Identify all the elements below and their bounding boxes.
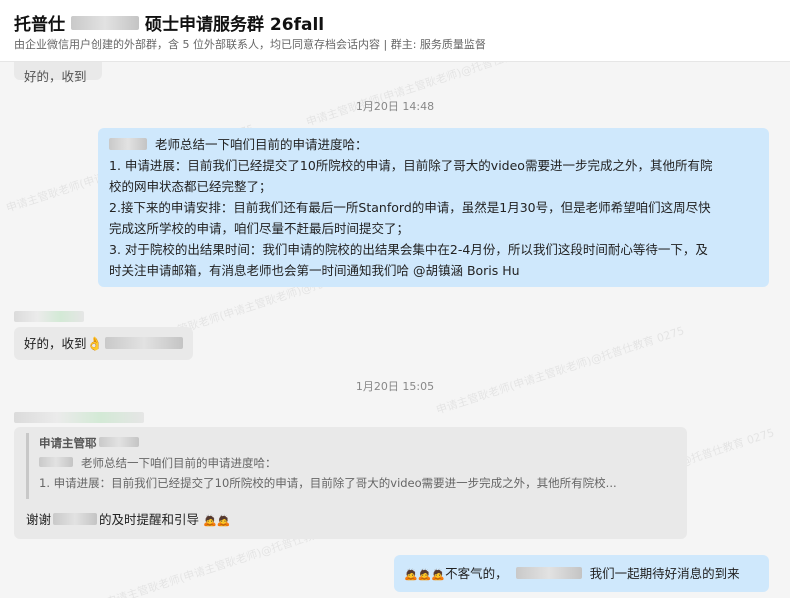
watermark: 申请主管耿老师(申请主管耿老师)@托普仕教育 0275 [434, 324, 686, 417]
group-title-suffix: 硕士申请服务群 26fall [145, 15, 325, 35]
message-bubble-reply[interactable]: 好的，收到👌 [14, 327, 193, 360]
summary-line: 时关注申请邮箱，有消息老师也会第一时间通知我们哈 @胡镇涵 Boris Hu [109, 263, 520, 278]
redacted-name [98, 437, 139, 447]
group-subtitle: 由企业微信用户创建的外部群，含 5 位外部联系人，均已同意存档会话内容 | 群主… [14, 38, 486, 51]
message-bubble-quote-reply[interactable]: 申请主管耶 老师总结一下咱们目前的申请进度哈： 1. 申请进展：目前我们已经提交… [14, 427, 687, 539]
chat-header: 托普仕 硕士申请服务群 26fall 由企业微信用户创建的外部群，含 5 位外部… [0, 0, 790, 62]
message-text: 好的，收到 [24, 336, 87, 351]
message-list[interactable]: 申请主管耿老师(申请主管耿老师)@托普仕教育 0275 申请主管耿老师(申请主管… [0, 62, 790, 598]
quoted-message[interactable]: 申请主管耶 老师总结一下咱们目前的申请进度哈： 1. 申请进展：目前我们已经提交… [26, 433, 674, 499]
message-text: 谢谢 的及时提醒和引导 🙇🙇 [26, 509, 230, 531]
summary-line: 老师总结一下咱们目前的申请进度哈： [109, 134, 758, 155]
summary-line: 完成这所学校的申请，咱们尽量不赶最后时间提交了； [109, 221, 410, 236]
summary-line: 校的网申状态都已经完整了； [109, 179, 272, 194]
redacted-name [53, 513, 98, 525]
redacted-name [515, 567, 582, 579]
watermark: 申请主管耿老师(申请主管耿老师)@托普仕教育 0275 [304, 62, 556, 129]
quote-line: 老师总结一下咱们目前的申请进度哈： [39, 453, 674, 473]
message-bubble-summary[interactable]: 老师总结一下咱们目前的申请进度哈： 1. 申请进展：目前我们已经提交了10所院校… [98, 128, 769, 287]
message-text: 好的，收到 [24, 69, 87, 84]
redacted-name [39, 457, 73, 467]
bow-emoji-icon: 🙇🙇🙇 [404, 568, 446, 581]
group-title[interactable]: 托普仕 硕士申请服务群 26fall [14, 10, 324, 35]
summary-line: 1. 申请进展：目前我们已经提交了10所院校的申请，目前除了哥大的video需要… [109, 158, 713, 173]
summary-line: 3. 对于院校的出结果时间：我们申请的院校的出结果会集中在2-4月份，所以我们这… [109, 242, 708, 257]
timestamp: 1月20日 15:05 [355, 380, 435, 393]
redacted-sender-name [14, 412, 144, 423]
quote-line: 1. 申请进展：目前我们已经提交了10所院校的申请，目前除了哥大的video需要… [39, 476, 617, 490]
redacted-name [104, 337, 183, 349]
quote-author: 申请主管耶 [39, 433, 674, 453]
message-bubble-partial[interactable]: 好的，收到 [14, 62, 102, 84]
redacted-name [109, 138, 147, 150]
bow-emoji-icon: 🙇🙇 [203, 514, 231, 527]
ok-hand-emoji-icon: 👌 [86, 337, 103, 352]
redacted-name [71, 15, 139, 30]
message-bubble-final[interactable]: 🙇🙇🙇不客气的， 我们一起期待好消息的到来 [394, 555, 769, 592]
summary-line: 2.接下来的申请安排：目前我们还有最后一所Stanford的申请，虽然是1月30… [109, 200, 711, 215]
redacted-sender-name [14, 311, 84, 322]
timestamp: 1月20日 14:48 [355, 100, 435, 113]
group-title-prefix: 托普仕 [14, 15, 65, 35]
